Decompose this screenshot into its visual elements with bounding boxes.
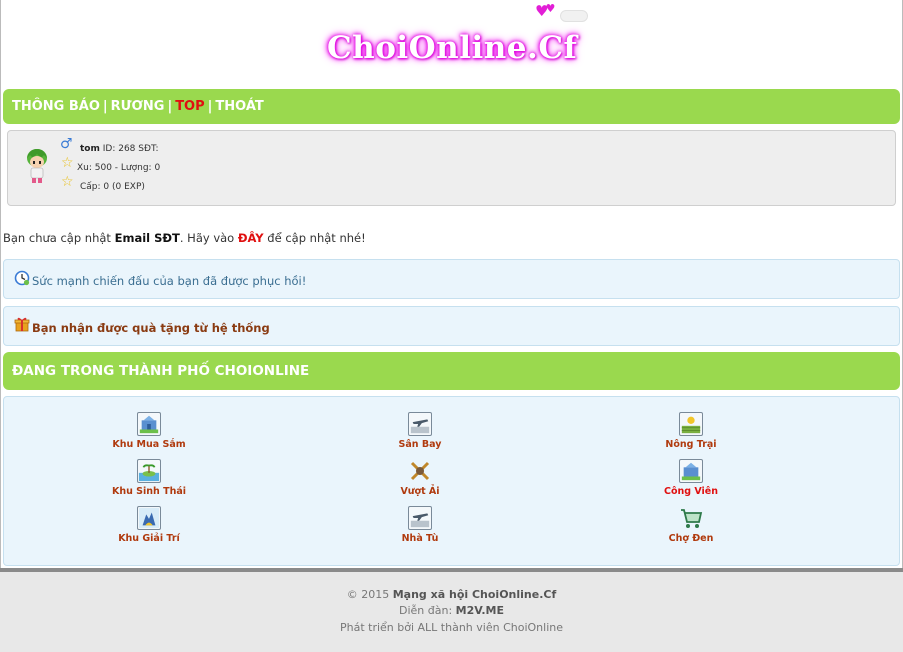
power-restored-text: Sức mạnh chiến đấu của bạn đã được phục …: [32, 274, 307, 288]
place-challenge[interactable]: Vượt Ải: [360, 459, 480, 497]
footer: © 2015 Mạng xã hội ChoiOnline.Cf Diễn đà…: [0, 572, 903, 652]
update-notice: Bạn chưa cập nhật Email SĐT. Hãy vào ĐÂY…: [3, 231, 366, 245]
place-label: Sân Bay: [398, 439, 442, 450]
park-building-icon: [679, 459, 703, 483]
gift-icon: [14, 317, 30, 332]
place-label: Khu Giải Trí: [118, 533, 180, 544]
place-label: Khu Sinh Thái: [111, 486, 187, 497]
prison-icon: [408, 506, 432, 530]
place-shopping[interactable]: Khu Mua Sắm: [89, 412, 209, 450]
notice-text: Bạn chưa cập nhật: [3, 231, 115, 245]
site-logo[interactable]: ChoiOnline.Cf: [327, 30, 577, 66]
star-icon: ☆: [61, 155, 74, 171]
footer-credits: Phát triển bởi ALL thành viên ChoiOnline: [339, 621, 563, 634]
main-nav: THÔNG BÁO | RƯƠNG | TOP | THOÁT: [3, 89, 900, 124]
header: ♥♥ ChoiOnline.Cf: [0, 0, 903, 86]
shopping-cart-icon: [681, 509, 703, 528]
place-park[interactable]: Công Viên: [631, 459, 751, 497]
profile-username[interactable]: tom: [80, 144, 100, 154]
place-prison[interactable]: Nhà Tù: [360, 506, 480, 544]
place-label: Vượt Ải: [400, 486, 440, 497]
footer-forum-link[interactable]: M2V.ME: [456, 604, 504, 617]
gift-link[interactable]: Bạn nhận được quà tặng từ hệ thống: [32, 321, 270, 335]
profile-id: ID: 268 SĐT:: [102, 144, 159, 154]
ecology-island-icon: [137, 459, 161, 483]
avatar[interactable]: [24, 147, 50, 185]
place-black-market[interactable]: Chợ Đen: [631, 506, 751, 544]
place-label: Công Viên: [663, 486, 719, 497]
place-label: Nhà Tù: [401, 533, 439, 544]
hearts-icon: ♥♥: [535, 2, 556, 20]
profile-box: ♂ tom ID: 268 SĐT: ☆ Xu: 500 - Lượng: 0 …: [7, 130, 896, 206]
place-entertainment[interactable]: Khu Giải Trí: [89, 506, 209, 544]
gift-message: Bạn nhận được quà tặng từ hệ thống: [3, 306, 900, 346]
footer-copyright: © 2015 Mạng xã hội ChoiOnline.Cf: [346, 588, 557, 601]
place-airport[interactable]: Sân Bay: [360, 412, 480, 450]
city-heading: ĐANG TRONG THÀNH PHỐ CHOIONLINE: [3, 352, 900, 390]
footer-forum: Diễn đàn: M2V.ME: [398, 604, 504, 617]
place-label: Khu Mua Sắm: [112, 439, 186, 450]
place-label: Nông Trại: [665, 439, 717, 450]
clock-icon: [14, 270, 30, 286]
power-restored-message: Sức mạnh chiến đấu của bạn đã được phục …: [3, 259, 900, 299]
nav-separator: |: [102, 99, 108, 114]
nav-chest[interactable]: RƯƠNG: [111, 99, 165, 114]
profile-level: Cấp: 0 (0 EXP): [80, 182, 145, 192]
star-icon: ☆: [61, 174, 74, 190]
city-places-panel: Khu Mua Sắm Sân Bay Nông Trại Khu Sinh T…: [3, 396, 900, 566]
cloud-icon: [560, 10, 588, 22]
shopping-building-icon: [137, 412, 161, 436]
update-link[interactable]: ĐÂY: [238, 231, 264, 245]
place-ecology[interactable]: Khu Sinh Thái: [89, 459, 209, 497]
place-farm[interactable]: Nông Trại: [631, 412, 751, 450]
nav-logout[interactable]: THOÁT: [215, 99, 263, 114]
airplane-icon: [408, 412, 432, 436]
crossed-swords-icon: [410, 461, 430, 481]
notice-fields: Email SĐT: [114, 231, 180, 245]
farm-icon: [679, 412, 703, 436]
entertainment-icon: [137, 506, 161, 530]
nav-separator: |: [207, 99, 213, 114]
male-icon: ♂: [60, 136, 73, 152]
nav-separator: |: [167, 99, 173, 114]
place-label: Chợ Đen: [668, 533, 714, 544]
nav-top[interactable]: TOP: [175, 99, 204, 114]
notice-text: . Hãy vào: [179, 231, 238, 245]
footer-site-name[interactable]: Mạng xã hội ChoiOnline.Cf: [393, 588, 557, 601]
nav-notifications[interactable]: THÔNG BÁO: [12, 99, 100, 114]
profile-id-row: tom ID: 268 SĐT:: [80, 144, 159, 154]
profile-currency: Xu: 500 - Lượng: 0: [77, 163, 161, 173]
notice-text: để cập nhật nhé!: [263, 231, 366, 245]
